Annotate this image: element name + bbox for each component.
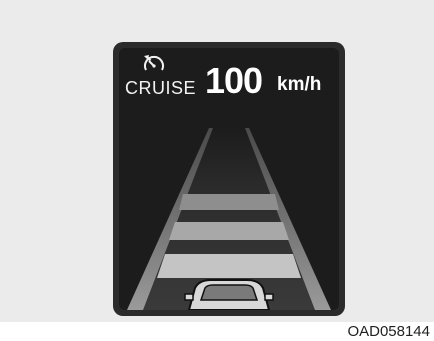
set-speed-value: 100 xyxy=(205,60,263,101)
speed-unit: km/h xyxy=(277,74,322,95)
cluster-screen: CRUISE 100 km/h xyxy=(119,48,339,310)
cruise-control-icon xyxy=(144,55,164,71)
cruise-label: CRUISE xyxy=(125,78,197,98)
cruise-status-header: CRUISE 100 km/h xyxy=(119,48,339,108)
distance-bar-far xyxy=(179,194,279,210)
figure-code: OAD058144 xyxy=(347,323,430,340)
distance-bar-mid xyxy=(169,222,289,240)
distance-bar-near xyxy=(157,254,301,278)
own-vehicle-icon xyxy=(184,279,274,310)
illustration-frame: CRUISE 100 km/h xyxy=(0,0,434,322)
lane-view xyxy=(119,108,339,310)
cluster-display: CRUISE 100 km/h xyxy=(113,42,345,316)
